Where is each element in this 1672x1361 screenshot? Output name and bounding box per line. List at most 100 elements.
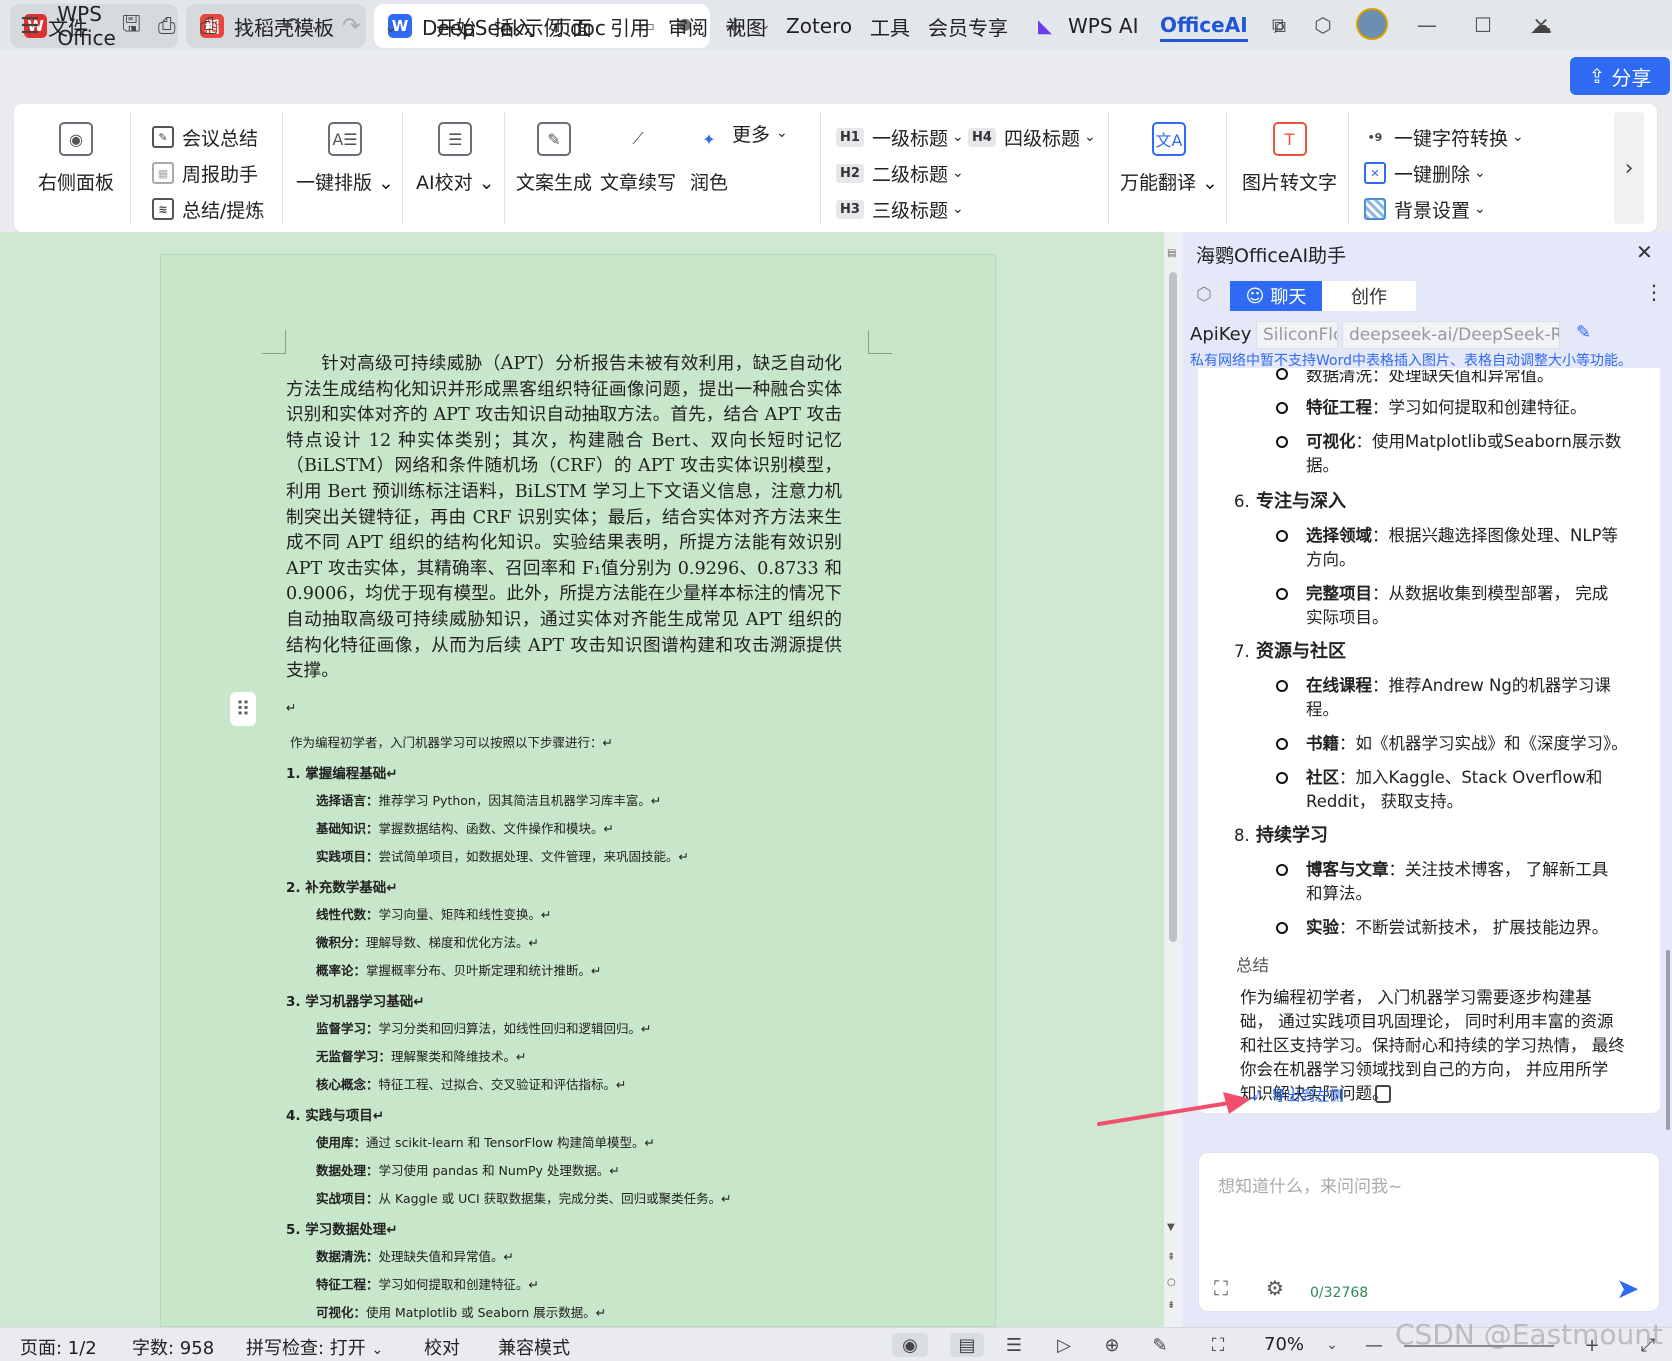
doc-section-heading[interactable]: 2. 补充数学基础↵ [286, 876, 398, 896]
right-panel-button[interactable]: ◉ 右侧面板 [38, 114, 114, 195]
panel-scroll-thumb[interactable] [1666, 950, 1670, 1130]
prev-page-icon[interactable]: ⇞ [1167, 1252, 1175, 1263]
ai-proofread-button[interactable]: ☰ AI校对 ⌄ [416, 114, 495, 195]
page-indicator[interactable]: 页面: 1/2 [20, 1334, 97, 1360]
outline-view-icon[interactable]: ☰ [1002, 1333, 1026, 1357]
edit-pencil-icon[interactable]: ✎ [1576, 322, 1591, 343]
heading4-button[interactable]: H4 四级标题 ⌄ [968, 122, 1096, 152]
write-mode-icon[interactable]: ✎ [1148, 1333, 1172, 1357]
zoom-out-icon[interactable]: — [1362, 1333, 1386, 1357]
polish-button[interactable]: ✦ 润色 [690, 114, 728, 195]
doc-list-item[interactable]: 数据清洗：处理缺失值和异常值。↵ [316, 1246, 514, 1265]
export-to-left-button[interactable]: ➶ 导出到左侧 [1250, 1085, 1344, 1106]
background-settings-button[interactable]: 背景设置 ⌄ [1364, 194, 1486, 224]
eye-protection-icon[interactable]: ◉ [892, 1333, 928, 1357]
doc-list-item[interactable]: 可视化：使用 Matplotlib 或 Seaborn 展示数据。↵ [316, 1302, 606, 1321]
doc-list-item[interactable]: 实战项目：从 Kaggle 或 UCI 获取数据集，完成分类、回归或聚类任务。↵ [316, 1188, 732, 1207]
one-click-delete-button[interactable]: ✕ 一键删除 ⌄ [1364, 158, 1486, 188]
doc-list-item[interactable]: 特征工程：学习如何提取和创建特征。↵ [316, 1274, 539, 1293]
maximize-icon[interactable]: ☐ [1470, 12, 1496, 38]
intro-line[interactable]: 作为编程初学者，入门机器学习可以按照以下步骤进行：↵ [290, 732, 613, 751]
menu-reference[interactable]: 引用 [610, 10, 650, 42]
heading3-button[interactable]: H3 三级标题 ⌄ [836, 194, 964, 224]
menu-zotero[interactable]: Zotero [786, 10, 852, 42]
abstract-paragraph[interactable]: 针对高级可持续威胁（APT）分析报告未被有效利用，缺乏自动化方法生成结构化知识并… [286, 352, 842, 685]
doc-list-item[interactable]: 监督学习：学习分类和回归算法，如线性回归和逻辑回归。↵ [316, 1018, 652, 1037]
copy-generation-button[interactable]: ✎ 文案生成 [516, 114, 592, 195]
word-count[interactable]: 字数: 958 [132, 1334, 214, 1360]
doc-list-item[interactable]: 实践项目：尝试简单项目，如数据处理、文件管理，来巩固技能。↵ [316, 846, 689, 865]
play-icon[interactable]: ▷ [1052, 1333, 1076, 1357]
menu-tools[interactable]: 工具 [870, 10, 910, 42]
settings-gear-icon[interactable]: ⚙ [1266, 1276, 1284, 1300]
doc-list-item[interactable]: 选择语言：推荐学习 Python，因其简洁且机器学习库丰富。↵ [316, 790, 661, 809]
undo-icon[interactable]: ↶ [282, 10, 300, 42]
undo-dropdown-icon[interactable]: ⌄ [310, 10, 322, 42]
hamburger-menu-icon[interactable]: ☰ [20, 10, 40, 42]
zoom-dropdown-icon[interactable]: ⌄ [1320, 1333, 1344, 1357]
panel-close-icon[interactable]: ✕ [1636, 240, 1653, 264]
document-scrollbar[interactable]: ▤ ▼ ⇞ ○ ⇟ [1164, 232, 1182, 1327]
copy-icon[interactable] [1375, 1085, 1391, 1103]
doc-list-item[interactable]: 核心概念：特征工程、过拟合、交叉验证和评估指标。↵ [316, 1074, 627, 1093]
tab-document[interactable]: W DeepSeek示例.doc ▭ ● [374, 4, 710, 48]
compat-mode[interactable]: 兼容模式 [498, 1334, 570, 1360]
more-button[interactable]: 更多 ⌄ [732, 118, 788, 148]
menu-member[interactable]: 会员专享 [928, 10, 1008, 42]
drag-handle-icon[interactable]: ⠿ [230, 692, 256, 726]
menu-page[interactable]: 页面 [552, 10, 592, 42]
doc-list-item[interactable]: 微积分：理解导数、梯度和优化方法。↵ [316, 932, 539, 951]
weekly-helper-button[interactable]: ▦ 周报助手 [152, 158, 258, 188]
translate-button[interactable]: 文A 万能翻译 ⌄ [1120, 114, 1218, 195]
cloud-upload-icon[interactable]: ☁ [1530, 10, 1552, 42]
menu-file[interactable]: 文件 [48, 10, 88, 42]
format-painter-icon[interactable]: ⎙ [158, 10, 176, 42]
doc-list-item[interactable]: 基础知识：掌握数据结构、函数、文件操作和模块。↵ [316, 818, 614, 837]
doc-list-item[interactable]: 使用库：通过 scikit-learn 和 TensorFlow 构建简单模型。… [316, 1132, 655, 1151]
print-icon[interactable]: ⎙ [200, 10, 218, 42]
one-click-layout-button[interactable]: A☰ 一键排版 ⌄ [296, 114, 394, 195]
doc-section-heading[interactable]: 1. 掌握编程基础↵ [286, 762, 398, 782]
chat-input-placeholder[interactable]: 想知道什么，来问问我~ [1218, 1172, 1402, 1197]
menu-start[interactable]: 开始 [436, 10, 476, 42]
cube-icon[interactable]: ⬡ [1310, 12, 1336, 38]
meeting-summary-button[interactable]: ✎ 会议总结 [152, 122, 258, 152]
summarize-button[interactable]: ≋ 总结/提炼 [152, 194, 264, 224]
menu-review[interactable]: 审阅 [668, 10, 708, 42]
share-button[interactable]: ⇪ 分享 [1570, 57, 1670, 95]
doc-list-item[interactable]: 线性代数：学习向量、矩阵和线性变换。↵ [316, 904, 552, 923]
screenshot-scan-icon[interactable]: ⛶ [1214, 1276, 1228, 1300]
select-object-icon[interactable]: ○ [1167, 1277, 1176, 1288]
menu-wps-ai[interactable]: WPS AI [1068, 10, 1138, 42]
scroll-down-icon[interactable]: ▼ [1167, 1222, 1175, 1233]
tab-chat[interactable]: ☺ 聊天 [1230, 281, 1322, 311]
heading2-button[interactable]: H2 二级标题 ⌄ [836, 158, 964, 188]
next-page-icon[interactable]: ⇟ [1167, 1300, 1175, 1311]
doc-section-heading[interactable]: 3. 学习机器学习基础↵ [286, 990, 425, 1010]
save-icon[interactable]: 🖫 [122, 10, 141, 42]
avatar[interactable] [1356, 8, 1388, 40]
tab-create[interactable]: 创作 [1322, 281, 1416, 311]
spell-check-toggle[interactable]: 拼写检查: 打开 ⌄ [246, 1334, 383, 1360]
model-select[interactable]: deepseek-ai/DeepSeek-R1 [1342, 321, 1560, 349]
heading1-button[interactable]: H1 一级标题 ⌄ [836, 122, 964, 152]
page-view-icon[interactable]: ▤ [950, 1333, 984, 1357]
doc-section-heading[interactable]: 5. 学习数据处理↵ [286, 1218, 398, 1238]
char-convert-button[interactable]: •9 一键字符转换 ⌄ [1364, 122, 1524, 152]
doc-list-item[interactable]: 概率论：掌握概率分布、贝叶斯定理和统计推断。↵ [316, 960, 602, 979]
continue-writing-button[interactable]: ⟋ 文章续写 [600, 114, 676, 195]
menu-officeai[interactable]: OfficeAI [1160, 10, 1248, 42]
more-vertical-icon[interactable]: ⋮ [1644, 280, 1664, 304]
minimize-icon[interactable]: — [1414, 12, 1440, 38]
split-icon[interactable]: ▤ [1167, 248, 1177, 259]
doc-list-item[interactable]: 数据处理：学习使用 pandas 和 NumPy 处理数据。↵ [316, 1160, 620, 1179]
print-preview-icon[interactable]: ⌕ [238, 10, 250, 42]
send-icon[interactable]: ➤ [1616, 1272, 1639, 1305]
cube-outline-icon[interactable]: ⬡ [1196, 284, 1212, 305]
more-dropdown-icon[interactable]: ⌄ [384, 10, 397, 42]
image-to-text-button[interactable]: T 图片转文字 [1242, 114, 1337, 195]
redo-icon[interactable]: ↷ [342, 10, 360, 42]
provider-select[interactable]: SiliconFlow [1256, 321, 1338, 349]
menu-insert[interactable]: 插入 [494, 10, 534, 42]
ribbon-scroll-right-icon[interactable]: › [1614, 112, 1644, 224]
